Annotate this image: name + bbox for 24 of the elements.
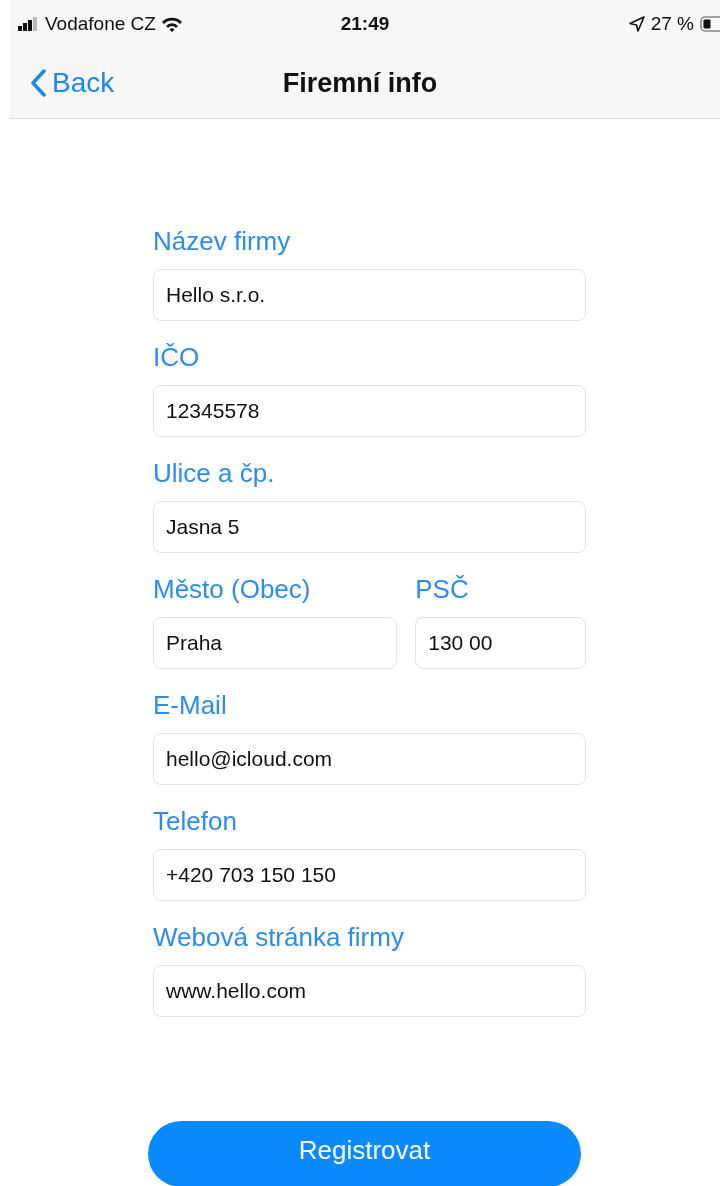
status-time: 21:49: [340, 13, 390, 34]
input-field[interactable]: Praha: [153, 617, 398, 669]
wifi-icon: [160, 16, 183, 32]
field-label: Telefon: [153, 805, 237, 838]
input-field[interactable]: Jasna 5: [153, 501, 586, 553]
field-label: Ulice a čp.: [153, 457, 275, 490]
location-arrow-icon: [628, 16, 645, 32]
screen-title: Firemní info: [282, 67, 438, 98]
field-label: PSČ: [415, 573, 469, 606]
input-field[interactable]: +420 703 150 150: [153, 849, 586, 901]
field-label: Webová stránka firmy: [153, 921, 404, 954]
battery-percent: 27 %: [650, 13, 694, 35]
input-field[interactable]: hello@icloud.com: [153, 733, 586, 785]
field-label: Město (Obec): [153, 573, 311, 606]
chevron-left-icon: [30, 69, 46, 97]
signal-icon: [18, 17, 40, 31]
field-label: E-Mail: [153, 689, 227, 722]
input-field[interactable]: www.hello.com: [153, 965, 586, 1017]
input-field[interactable]: 12345578: [153, 385, 586, 437]
field-label: IČO: [153, 341, 200, 374]
field-label: Název firmy: [153, 225, 291, 258]
input-field[interactable]: Hello s.r.o.: [153, 269, 586, 321]
carrier-name: Vodafone CZ: [45, 13, 156, 35]
input-field[interactable]: 130 00: [415, 617, 586, 669]
